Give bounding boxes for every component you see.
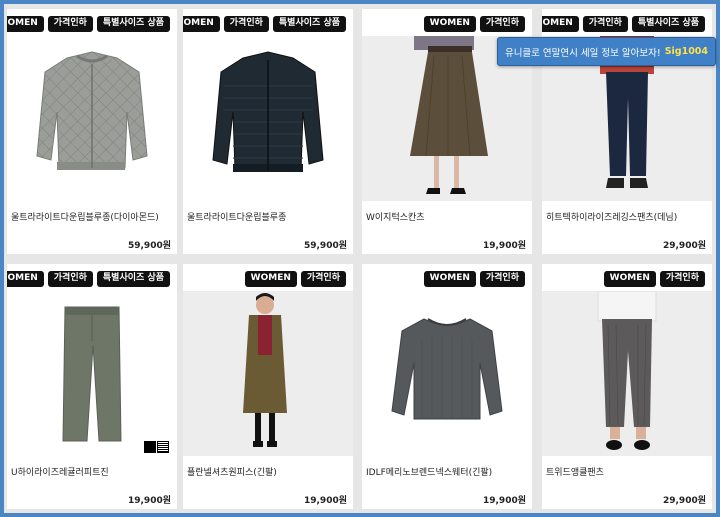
product-card[interactable]: WOMEN 가격인하 트위드앵클팬츠 29,900원 — [542, 264, 712, 509]
product-name[interactable]: IDLF메리노브렌드넥스웨터(긴팔) — [366, 465, 492, 478]
badge-special-size: 특별사이즈 상품 — [96, 16, 170, 32]
badge-women: WOMEN — [7, 16, 44, 32]
badge-price-cut: 가격인하 — [659, 271, 705, 287]
badge-women: WOMEN — [423, 271, 476, 287]
product-card[interactable]: WOMEN 가격인하 특별사이즈 상품 울트라라이트다운립블루종(다이아몬드) … — [7, 9, 177, 254]
badge-group: WOMEN 가격인하 특별사이즈 상품 — [542, 16, 705, 32]
badge-price-cut: 가격인하 — [582, 16, 628, 32]
badge-women: WOMEN — [542, 16, 579, 32]
badge-group: WOMEN 가격인하 — [603, 271, 705, 287]
badge-women: WOMEN — [603, 271, 656, 287]
product-image[interactable] — [183, 291, 353, 456]
product-card[interactable]: WOMEN 가격인하 특별사이즈 상품 울트라라이트다운립블루종 59,900원 — [183, 9, 353, 254]
product-price: 19,900원 — [482, 496, 526, 506]
badge-group: WOMEN 가격인하 — [244, 271, 346, 287]
badge-group: WOMEN 가격인하 특별사이즈 상품 — [7, 271, 170, 287]
product-image[interactable] — [7, 291, 177, 456]
product-name[interactable]: 트위드앵클팬츠 — [546, 465, 604, 478]
promo-banner[interactable]: 유니클로 연말연시 세일 정보 알아보자! Sig1004 — [497, 37, 716, 66]
product-price: 29,900원 — [662, 496, 706, 506]
product-price: 59,900원 — [127, 241, 171, 251]
product-card[interactable]: WOMEN 가격인하 플란넬셔츠원피스(긴팔) 19,900원 — [183, 264, 353, 509]
badge-group: WOMEN 가격인하 — [423, 271, 525, 287]
badge-price-cut: 가격인하 — [300, 271, 346, 287]
badge-price-cut: 가격인하 — [223, 16, 269, 32]
banner-code: Sig1004 — [664, 46, 709, 57]
banner-text: 유니클로 연말연시 세일 정보 알아보자! — [504, 47, 661, 59]
product-price: 19,900원 — [127, 496, 171, 506]
badge-group: WOMEN 가격인하 — [423, 16, 525, 32]
badge-group: WOMEN 가격인하 특별사이즈 상품 — [183, 16, 346, 32]
badge-women: WOMEN — [183, 16, 220, 32]
badge-women: WOMEN — [244, 271, 297, 287]
badge-group: WOMEN 가격인하 특별사이즈 상품 — [7, 16, 170, 32]
product-name[interactable]: 울트라라이트다운립블루종 — [187, 210, 286, 223]
badge-price-cut: 가격인하 — [47, 16, 93, 32]
badge-women: WOMEN — [423, 16, 476, 32]
product-name[interactable]: 울트라라이트다운립블루종(다이아몬드) — [11, 210, 159, 223]
product-price: 19,900원 — [303, 496, 347, 506]
badge-price-cut: 가격인하 — [47, 271, 93, 287]
badge-special-size: 특별사이즈 상품 — [631, 16, 705, 32]
badge-price-cut: 가격인하 — [479, 271, 525, 287]
badge-special-size: 특별사이즈 상품 — [272, 16, 346, 32]
product-name[interactable]: U하이라이즈레귤러피트진 — [11, 465, 109, 478]
product-image[interactable] — [542, 291, 712, 456]
product-image[interactable] — [7, 36, 177, 201]
product-image[interactable] — [183, 36, 353, 201]
product-card[interactable]: WOMEN 가격인하 특별사이즈 상품 U하이라이즈레귤러피트진 19,900원 — [7, 264, 177, 509]
product-card[interactable]: WOMEN 가격인하 IDLF메리노브렌드넥스웨터(긴팔) 19,900원 — [362, 264, 532, 509]
product-price: 19,900원 — [482, 241, 526, 251]
badge-price-cut: 가격인하 — [479, 16, 525, 32]
product-image[interactable] — [362, 291, 532, 456]
product-name[interactable]: W이지턱스칸츠 — [366, 210, 425, 223]
product-name[interactable]: 히트텍하이라이즈레깅스팬츠(데님) — [546, 210, 677, 223]
uniqlo-logo — [144, 441, 170, 453]
badge-women: WOMEN — [7, 271, 44, 287]
badge-special-size: 특별사이즈 상품 — [96, 271, 170, 287]
product-price: 29,900원 — [662, 241, 706, 251]
product-name[interactable]: 플란넬셔츠원피스(긴팔) — [187, 465, 277, 478]
product-price: 59,900원 — [303, 241, 347, 251]
product-grid: WOMEN 가격인하 특별사이즈 상품 울트라라이트다운립블루종(다이아몬드) … — [4, 4, 716, 513]
